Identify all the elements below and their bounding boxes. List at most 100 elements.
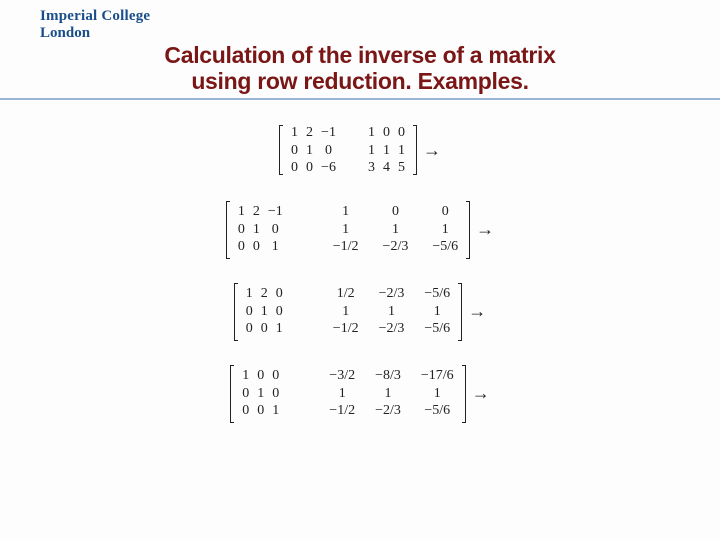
title-line2: using row reduction. Examples. xyxy=(0,68,720,94)
cell: 1 xyxy=(420,303,454,321)
cell: 1/2 xyxy=(329,285,363,303)
matrix-step-3: 120 010 001 1/2−2/3−5/6 111 −1/2−2/3−5/6… xyxy=(234,283,486,341)
cell: 1 xyxy=(325,385,359,403)
cell: 0 xyxy=(238,385,253,403)
matrix-right: 100 111 −1/2−2/3−5/6 xyxy=(329,203,462,256)
title-line1: Calculation of the inverse of a matrix xyxy=(0,42,720,68)
cell: 0 xyxy=(379,203,413,221)
cell: 0 xyxy=(379,124,394,142)
header: Imperial College London Calculation of t… xyxy=(0,0,720,100)
cell: 0 xyxy=(428,203,462,221)
cell: 0 xyxy=(272,303,287,321)
cell: −1 xyxy=(317,124,340,142)
cell: 1 xyxy=(364,142,379,160)
cell: −6 xyxy=(317,159,340,177)
matrix-left: 100 010 001 xyxy=(238,367,283,420)
matrix-step-1: 12−1 010 00−6 100 111 345 → xyxy=(279,124,441,177)
left-bracket xyxy=(279,125,283,175)
cell: 0 xyxy=(238,402,253,420)
right-bracket xyxy=(458,283,462,341)
cell: 0 xyxy=(272,285,287,303)
cell: 0 xyxy=(234,238,249,256)
cell: 1 xyxy=(234,203,249,221)
cell: 0 xyxy=(264,221,287,239)
cell: 1 xyxy=(249,221,264,239)
cell: 1 xyxy=(242,285,257,303)
cell: 1 xyxy=(417,385,458,403)
left-bracket xyxy=(234,283,238,341)
cell: −1 xyxy=(264,203,287,221)
cell: 1 xyxy=(329,203,363,221)
matrix-step-2: 12−1 010 001 100 111 −1/2−2/3−5/6 → xyxy=(226,201,494,259)
cell: 1 xyxy=(238,367,253,385)
matrix-left: 120 010 001 xyxy=(242,285,287,338)
cell: 1 xyxy=(329,221,363,239)
cell: −5/6 xyxy=(420,285,454,303)
matrix-right: −3/2−8/3−17/6 111 −1/2−2/3−5/6 xyxy=(325,367,457,420)
cell: 1 xyxy=(253,385,268,403)
arrow-icon: → xyxy=(474,219,494,240)
cell: 1 xyxy=(268,402,283,420)
cell: 0 xyxy=(242,320,257,338)
cell: 1 xyxy=(379,221,413,239)
cell: −5/6 xyxy=(420,320,454,338)
cell: −5/6 xyxy=(428,238,462,256)
arrow-icon: → xyxy=(421,140,441,161)
cell: −2/3 xyxy=(375,320,409,338)
cell: −2/3 xyxy=(371,402,405,420)
cell: 0 xyxy=(249,238,264,256)
cell: 1 xyxy=(364,124,379,142)
cell: 0 xyxy=(394,124,409,142)
cell: 0 xyxy=(253,402,268,420)
arrow-icon: → xyxy=(466,301,486,322)
matrix-left: 12−1 010 00−6 xyxy=(287,124,340,177)
logo: Imperial College London xyxy=(40,8,150,43)
right-bracket xyxy=(466,201,470,259)
cell: −3/2 xyxy=(325,367,359,385)
cell: 0 xyxy=(268,385,283,403)
content: 12−1 010 00−6 100 111 345 → 12−1 010 001… xyxy=(0,100,720,423)
cell: 0 xyxy=(287,159,302,177)
matrix-left: 12−1 010 001 xyxy=(234,203,287,256)
cell: 1 xyxy=(272,320,287,338)
cell: 1 xyxy=(287,124,302,142)
cell: 5 xyxy=(394,159,409,177)
cell: 0 xyxy=(287,142,302,160)
right-bracket xyxy=(413,125,417,175)
logo-line2: London xyxy=(40,25,150,42)
cell: −17/6 xyxy=(417,367,458,385)
matrix-step-4: 100 010 001 −3/2−8/3−17/6 111 −1/2−2/3−5… xyxy=(230,365,489,423)
cell: 1 xyxy=(375,303,409,321)
logo-line1: Imperial College xyxy=(40,8,150,25)
cell: 3 xyxy=(364,159,379,177)
cell: 4 xyxy=(379,159,394,177)
cell: −2/3 xyxy=(375,285,409,303)
cell: 1 xyxy=(428,221,462,239)
cell: 0 xyxy=(302,159,317,177)
cell: 1 xyxy=(379,142,394,160)
cell: 1 xyxy=(257,303,272,321)
arrow-icon: → xyxy=(470,383,490,404)
matrix-right: 100 111 345 xyxy=(364,124,409,177)
matrix-right: 1/2−2/3−5/6 111 −1/2−2/3−5/6 xyxy=(329,285,454,338)
cell: 0 xyxy=(242,303,257,321)
cell: 0 xyxy=(257,320,272,338)
cell: 1 xyxy=(371,385,405,403)
cell: −5/6 xyxy=(417,402,458,420)
cell: 2 xyxy=(249,203,264,221)
cell: 2 xyxy=(302,124,317,142)
cell: 2 xyxy=(257,285,272,303)
cell: −1/2 xyxy=(325,402,359,420)
cell: 1 xyxy=(264,238,287,256)
cell: −1/2 xyxy=(329,238,363,256)
left-bracket xyxy=(226,201,230,259)
cell: 0 xyxy=(268,367,283,385)
cell: 0 xyxy=(317,142,340,160)
cell: −2/3 xyxy=(379,238,413,256)
cell: 0 xyxy=(234,221,249,239)
cell: 0 xyxy=(253,367,268,385)
right-bracket xyxy=(462,365,466,423)
cell: 1 xyxy=(302,142,317,160)
left-bracket xyxy=(230,365,234,423)
cell: 1 xyxy=(394,142,409,160)
